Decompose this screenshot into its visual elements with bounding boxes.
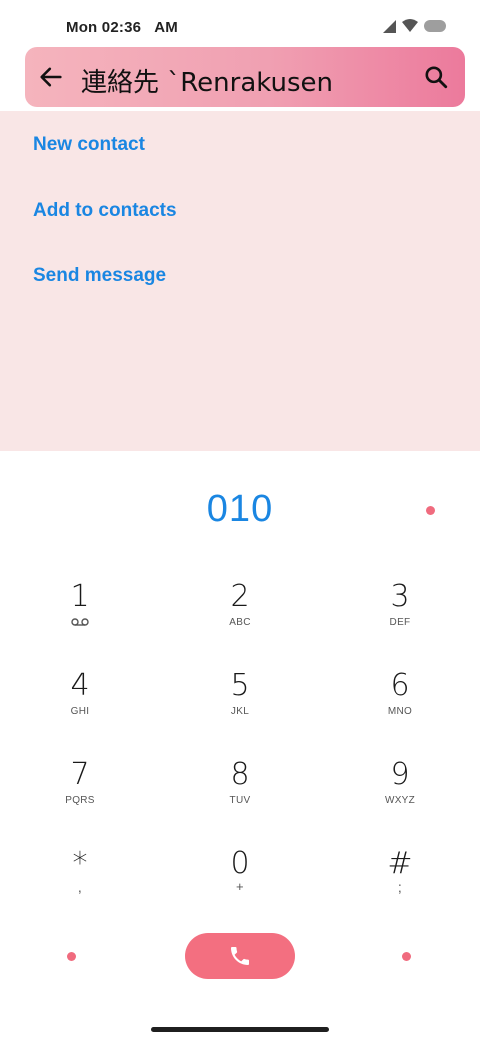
- key-letters: PQRS: [65, 795, 95, 806]
- voicemail-icon: [71, 618, 89, 626]
- status-bar: Mon 02:36 AM: [0, 0, 480, 44]
- key-7[interactable]: 7 PQRS: [25, 758, 135, 828]
- status-icons: [383, 19, 446, 33]
- left-action-dot[interactable]: [67, 952, 76, 961]
- dialer-menu-dot[interactable]: [426, 506, 435, 515]
- key-hash[interactable]: # ;: [345, 847, 455, 917]
- key-9[interactable]: 9 WXYZ: [345, 758, 455, 828]
- key-3[interactable]: 3 DEF: [345, 580, 455, 650]
- dialed-number: 010: [206, 488, 274, 530]
- key-digit: *: [72, 846, 88, 881]
- gesture-nav-handle[interactable]: [151, 1027, 329, 1032]
- key-digit: 4: [70, 668, 90, 703]
- key-digit: 2: [230, 579, 250, 614]
- battery-icon: [424, 20, 446, 32]
- add-to-contacts-button[interactable]: Add to contacts: [33, 200, 177, 222]
- cell-signal-icon: [383, 19, 396, 33]
- key-digit: 6: [390, 668, 410, 703]
- key-letters: ;: [397, 879, 403, 895]
- new-contact-button[interactable]: New contact: [33, 134, 145, 156]
- arrow-left-icon[interactable]: [37, 63, 65, 91]
- app-header: 連絡先 `Renrakusen: [25, 47, 465, 107]
- page-title: 連絡先 `Renrakusen: [81, 68, 334, 98]
- key-4[interactable]: 4 GHI: [25, 669, 135, 739]
- key-8[interactable]: 8 TUV: [185, 758, 295, 828]
- key-digit: 9: [390, 757, 410, 792]
- key-letters: DEF: [389, 617, 411, 628]
- key-2[interactable]: 2 ABC: [185, 580, 295, 650]
- send-message-button[interactable]: Send message: [33, 265, 166, 287]
- key-digit: #: [387, 846, 413, 881]
- key-letters: GHI: [70, 706, 90, 717]
- right-action-dot[interactable]: [402, 952, 411, 961]
- key-0[interactable]: 0 +: [185, 847, 295, 917]
- search-icon[interactable]: [423, 64, 449, 90]
- key-digit: 5: [230, 668, 250, 703]
- phone-icon: [231, 947, 249, 965]
- key-digit: 0: [230, 846, 250, 881]
- key-digit: 7: [70, 757, 90, 792]
- key-letters: WXYZ: [384, 795, 416, 806]
- key-letters: JKL: [230, 706, 250, 717]
- key-digit: 8: [230, 757, 250, 792]
- wifi-icon: [402, 19, 418, 32]
- key-letters: TUV: [229, 795, 251, 806]
- key-star[interactable]: * ,: [25, 847, 135, 917]
- key-letters: MNO: [387, 706, 413, 717]
- key-letters: +: [236, 879, 244, 894]
- key-6[interactable]: 6 MNO: [345, 669, 455, 739]
- status-time-text: Mon 02:36: [66, 19, 142, 36]
- key-digit: 3: [390, 579, 410, 614]
- key-5[interactable]: 5 JKL: [185, 669, 295, 739]
- status-time: Mon 02:36 AM: [66, 19, 178, 36]
- call-button[interactable]: [185, 933, 295, 979]
- key-1[interactable]: 1: [25, 580, 135, 650]
- suggestions-panel: New contact Add to contacts Send message: [0, 111, 480, 451]
- key-letters: ,: [77, 879, 83, 895]
- status-ampm: AM: [154, 19, 178, 36]
- key-letters: ABC: [229, 617, 251, 628]
- key-digit: 1: [70, 579, 90, 614]
